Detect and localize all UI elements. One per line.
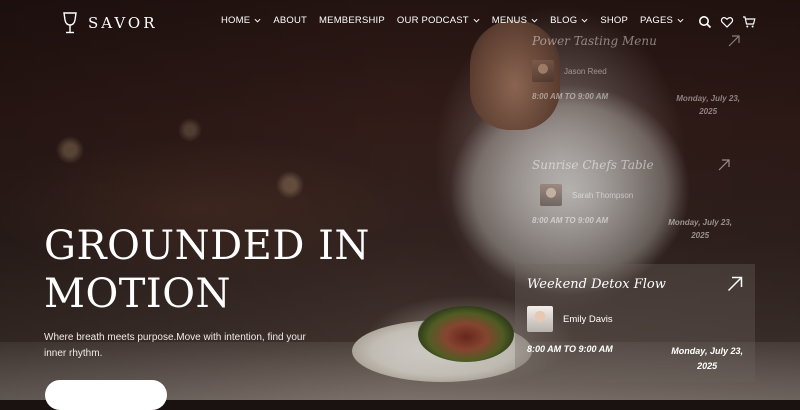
nav-item-label: PAGES xyxy=(640,15,674,26)
nav-item-our-podcast[interactable]: OUR PODCAST xyxy=(397,15,480,26)
nav-item-label: HOME xyxy=(221,15,251,26)
avatar xyxy=(532,60,554,82)
nav-item-about[interactable]: ABOUT xyxy=(273,15,307,26)
event-card[interactable]: Sunrise Chefs Table Sarah Thompson 8:00 … xyxy=(532,148,754,248)
hero-title-line-2: MOTION xyxy=(44,271,232,317)
nav-item-label: OUR PODCAST xyxy=(396,15,469,26)
nav-item-shop[interactable]: SHOP xyxy=(600,15,628,26)
chevron-down-icon xyxy=(581,18,588,23)
event-date: Monday, July 23, 2025 xyxy=(668,216,732,242)
arrow-up-right-icon[interactable] xyxy=(728,35,740,47)
hero-title: GROUNDED IN MOTION xyxy=(44,222,404,318)
chevron-down-icon xyxy=(531,18,538,23)
brand-name: SAVOR xyxy=(88,14,158,32)
chevron-down-icon xyxy=(677,18,684,23)
arrow-up-right-icon[interactable] xyxy=(727,276,743,292)
avatar xyxy=(540,184,562,206)
arrow-up-right-icon[interactable] xyxy=(718,159,730,171)
event-card[interactable]: Power Tasting Menu Jason Reed 8:00 AM TO… xyxy=(532,26,740,122)
event-date-line-2: 2025 xyxy=(697,361,718,371)
nav-item-membership[interactable]: MEMBERSHIP xyxy=(319,15,385,26)
hero-subtitle: Where breath meets purpose.Move with int… xyxy=(44,332,306,359)
event-title: Sunrise Chefs Table xyxy=(532,158,654,172)
event-title: Power Tasting Menu xyxy=(532,34,657,48)
event-date-line-1: Monday, July 23, xyxy=(668,218,732,227)
nav-item-label: MEMBERSHIP xyxy=(319,15,385,26)
brand-logo[interactable]: SAVOR xyxy=(62,12,158,34)
hero-cta-button[interactable] xyxy=(45,380,167,410)
nav-item-pages[interactable]: PAGES xyxy=(640,15,684,26)
cart-icon[interactable] xyxy=(742,15,756,29)
event-host: Jason Reed xyxy=(564,66,607,76)
chevron-down-icon xyxy=(473,18,480,23)
hero-title-line-1: GROUNDED IN xyxy=(44,223,370,269)
event-time: 8:00 AM TO 9:00 AM xyxy=(532,92,609,101)
nav-item-label: BLOG xyxy=(550,15,578,26)
event-date-line-2: 2025 xyxy=(699,107,718,116)
event-date: Monday, July 23, 2025 xyxy=(671,344,743,374)
event-host: Sarah Thompson xyxy=(572,190,634,200)
nav-item-menus[interactable]: MENUS xyxy=(492,15,538,26)
nav-item-label: ABOUT xyxy=(273,15,308,26)
event-date: Monday, July 23, 2025 xyxy=(676,92,740,118)
avatar xyxy=(527,306,553,332)
event-date-line-1: Monday, July 23, xyxy=(671,346,743,356)
nav-item-home[interactable]: HOME xyxy=(221,15,261,26)
event-date-line-1: Monday, July 23, xyxy=(676,94,740,103)
main-menu: HOME ABOUT MEMBERSHIP OUR PODCAST MENUS … xyxy=(221,15,684,26)
event-date-line-2: 2025 xyxy=(691,231,710,240)
nav-item-label: SHOP xyxy=(600,15,629,26)
event-title: Weekend Detox Flow xyxy=(527,276,666,292)
chevron-down-icon xyxy=(254,18,261,23)
nav-item-blog[interactable]: BLOG xyxy=(550,15,588,26)
nav-item-label: MENUS xyxy=(491,15,528,26)
event-time: 8:00 AM TO 9:00 AM xyxy=(527,344,613,354)
wine-glass-icon xyxy=(63,12,77,34)
event-time: 8:00 AM TO 9:00 AM xyxy=(532,216,609,225)
event-host: Emily Davis xyxy=(563,313,613,325)
event-card-active[interactable]: Weekend Detox Flow Emily Davis 8:00 AM T… xyxy=(515,264,755,382)
